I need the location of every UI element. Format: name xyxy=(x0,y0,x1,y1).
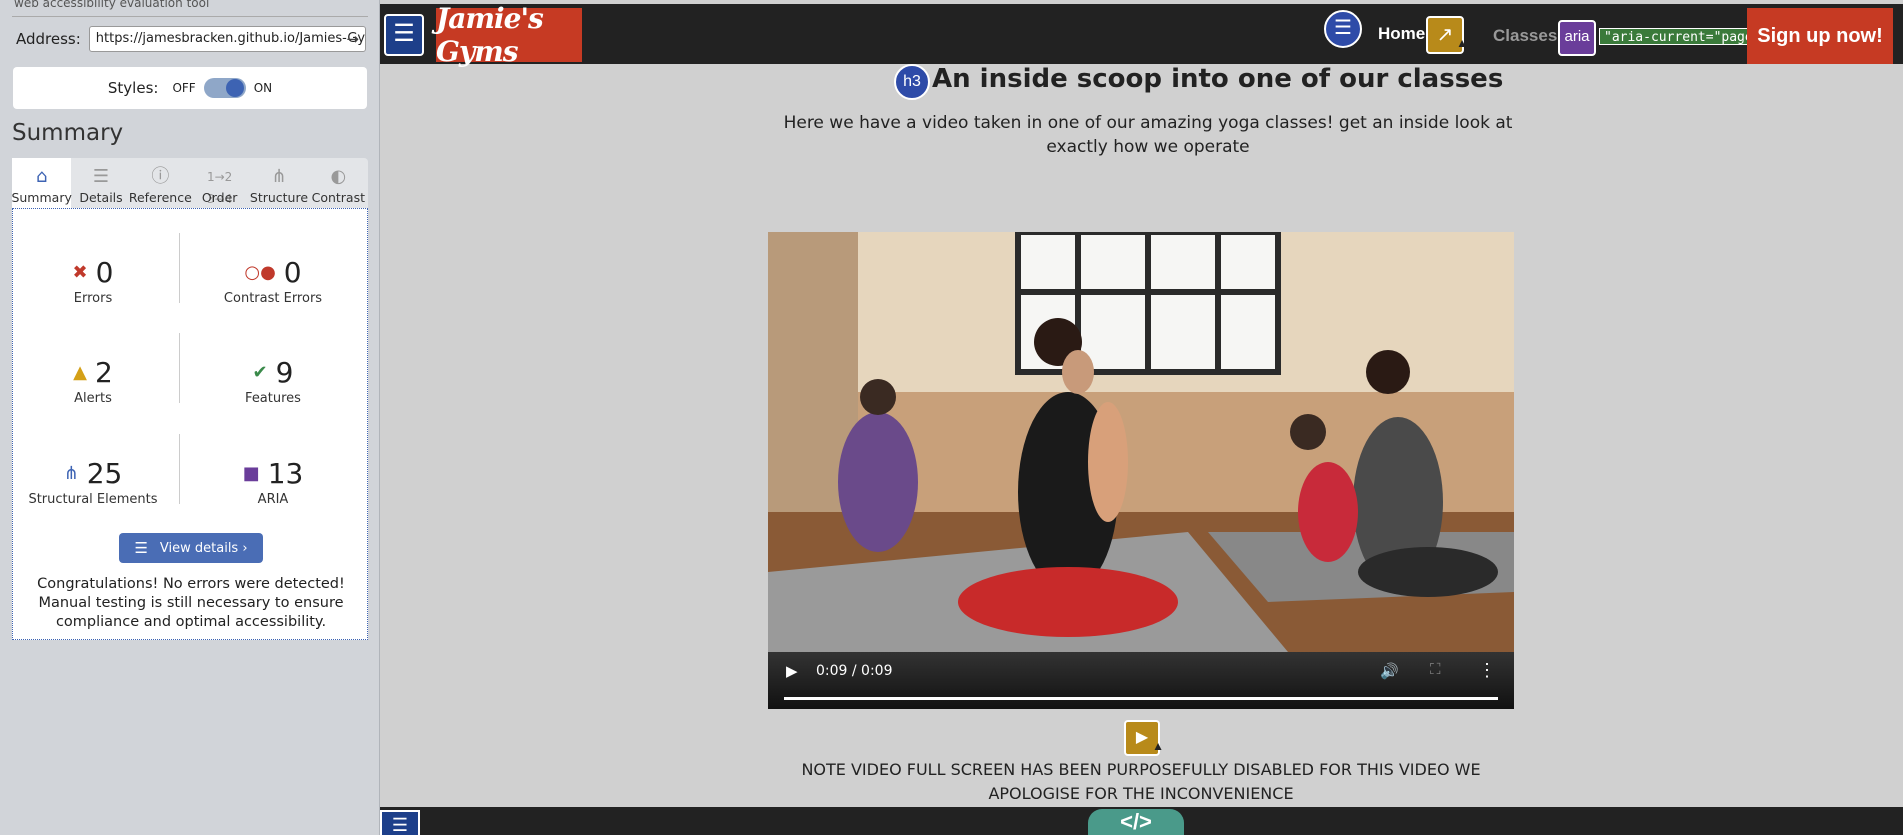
stat-alerts: ▲ 2 Alerts xyxy=(13,355,173,407)
video-progress-bar[interactable] xyxy=(784,697,1498,700)
brand-logo[interactable]: Jamie's Gyms xyxy=(436,2,582,68)
tab-label: Contrast xyxy=(311,190,366,205)
structure-icon: ⋔ xyxy=(63,462,79,484)
stat-features: ✔ 9 Features xyxy=(193,355,353,407)
list-icon: ☰ xyxy=(92,166,110,187)
alert-icon: ▲ xyxy=(73,361,87,383)
css-icon[interactable]: ☰ xyxy=(380,810,420,835)
footer: ☰ </> xyxy=(380,807,1903,835)
intro-text: Here we have a video taken in one of our… xyxy=(783,113,1513,157)
divider xyxy=(179,333,180,403)
congrats-message: Congratulations! No errors were detected… xyxy=(37,576,345,630)
contrast-errors-label: Contrast Errors xyxy=(223,291,323,306)
toggle-off-label: OFF xyxy=(172,81,196,95)
tab-contrast[interactable]: ◐ Contrast xyxy=(309,158,368,208)
tab-label: Details xyxy=(79,190,123,205)
code-toggle-button[interactable]: </> xyxy=(1088,809,1184,835)
video-player[interactable]: ▶ 0:09 / 0:09 🔊 ⛶ ⋮ xyxy=(768,232,1514,709)
tab-details[interactable]: ☰ Details xyxy=(71,158,130,208)
toggle-knob xyxy=(225,79,244,97)
more-options-icon[interactable]: ⋮ xyxy=(1478,660,1496,681)
alerts-count: 2 xyxy=(95,355,113,389)
wave-sidebar: web accessibility evaluation tool Addres… xyxy=(0,0,380,835)
address-value: https://jamesbracken.github.io/Jamies-Gy… xyxy=(95,31,366,46)
address-input[interactable]: https://jamesbracken.github.io/Jamies-Gy… xyxy=(88,26,366,52)
tab-reference[interactable]: ⓘ Reference xyxy=(128,158,192,208)
features-count: 9 xyxy=(275,355,294,389)
contrast-errors-count: 0 xyxy=(283,255,302,289)
aria-icon: ■ xyxy=(242,462,260,484)
tab-bar: ⌂ Summary ☰ Details ⓘ Reference 1→2 3→4 O… xyxy=(11,158,368,208)
navbar: ☰ Jamie's Gyms ☰ Home ↗ Classes aria "ar… xyxy=(380,2,1903,68)
address-label: Address: xyxy=(16,30,81,48)
stat-errors: ✖ 0 Errors xyxy=(13,255,173,307)
aria-label: ARIA xyxy=(257,492,289,507)
view-details-label: View details › xyxy=(159,540,248,556)
signup-button[interactable]: Sign up now! xyxy=(1747,8,1893,64)
stat-structural: ⋔ 25 Structural Elements xyxy=(13,456,173,508)
summary-heading: Summary xyxy=(12,120,124,146)
video-frame xyxy=(768,232,1514,652)
tab-label: Reference xyxy=(128,190,192,205)
arrow-right-icon[interactable]: → xyxy=(346,30,359,48)
feature-icon: ✔ xyxy=(252,361,268,383)
h3-icon[interactable]: h3 xyxy=(894,64,930,100)
styles-toggle-card: Styles: OFF ON xyxy=(13,67,367,109)
media-alert-icon[interactable]: ▶ xyxy=(1124,720,1164,762)
video-controls: ▶ 0:09 / 0:09 🔊 ⛶ ⋮ xyxy=(768,652,1514,709)
volume-icon[interactable]: 🔊 xyxy=(1380,662,1399,680)
play-icon[interactable]: ▶ xyxy=(786,662,798,680)
stat-aria: ■ 13 ARIA xyxy=(193,456,353,508)
tab-label: Summary xyxy=(11,190,72,205)
link-alert-icon[interactable]: ↗ xyxy=(1426,16,1468,60)
tab-structure[interactable]: ⋔ Structure xyxy=(249,158,308,208)
alerts-label: Alerts xyxy=(74,391,112,406)
address-row: Address: https://jamesbracken.github.io/… xyxy=(16,26,366,52)
styles-toggle[interactable] xyxy=(203,78,246,98)
page-heading: An inside scoop into one of our classes xyxy=(932,64,1504,94)
summary-panel: ✖ 0 Errors ○● 0 Contrast Errors ▲ 2 Alerts … xyxy=(12,208,368,640)
tab-label: Order xyxy=(201,190,238,205)
divider xyxy=(179,434,180,504)
divider xyxy=(12,16,368,17)
tagline: web accessibility evaluation tool xyxy=(14,0,210,10)
errors-label: Errors xyxy=(73,291,113,306)
tab-label: Structure xyxy=(249,190,309,205)
order-icon: 1→2 3→4 xyxy=(206,170,233,206)
toggle-on-label: ON xyxy=(253,81,273,95)
features-label: Features xyxy=(245,391,301,406)
styles-label: Styles: xyxy=(107,79,159,97)
css-icon[interactable]: ☰ xyxy=(384,14,424,56)
aria-count: 13 xyxy=(267,456,304,490)
fullscreen-icon[interactable]: ⛶ xyxy=(1430,661,1441,678)
contrast-icon: ◐ xyxy=(330,166,347,187)
nav-link-home[interactable]: Home xyxy=(1378,24,1425,44)
list-icon[interactable]: ☰ xyxy=(1324,10,1362,48)
video-time: 0:09 / 0:09 xyxy=(816,663,893,679)
contrast-error-icon: ○● xyxy=(244,261,276,283)
structural-label: Structural Elements xyxy=(28,492,158,507)
tab-summary[interactable]: ⌂ Summary xyxy=(11,158,72,208)
video-note: NOTE VIDEO FULL SCREEN HAS BEEN PURPOSEF… xyxy=(801,760,1481,803)
home-icon: ⌂ xyxy=(35,166,48,187)
page-viewport: ☰ Jamie's Gyms ☰ Home ↗ Classes aria "ar… xyxy=(380,0,1903,835)
structure-icon: ⋔ xyxy=(271,166,287,187)
view-details-button[interactable]: ☰ View details › xyxy=(119,533,263,563)
structural-count: 25 xyxy=(86,456,123,490)
error-icon: ✖ xyxy=(72,261,88,283)
nav-link-classes[interactable]: Classes xyxy=(1493,26,1557,46)
divider xyxy=(179,233,180,303)
errors-count: 0 xyxy=(95,255,114,289)
stat-contrast-errors: ○● 0 Contrast Errors xyxy=(193,255,353,307)
info-icon: ⓘ xyxy=(151,166,170,187)
list-icon: ☰ xyxy=(134,539,148,557)
aria-icon[interactable]: aria xyxy=(1558,20,1596,56)
tab-order[interactable]: 1→2 3→4 Order xyxy=(190,158,249,208)
